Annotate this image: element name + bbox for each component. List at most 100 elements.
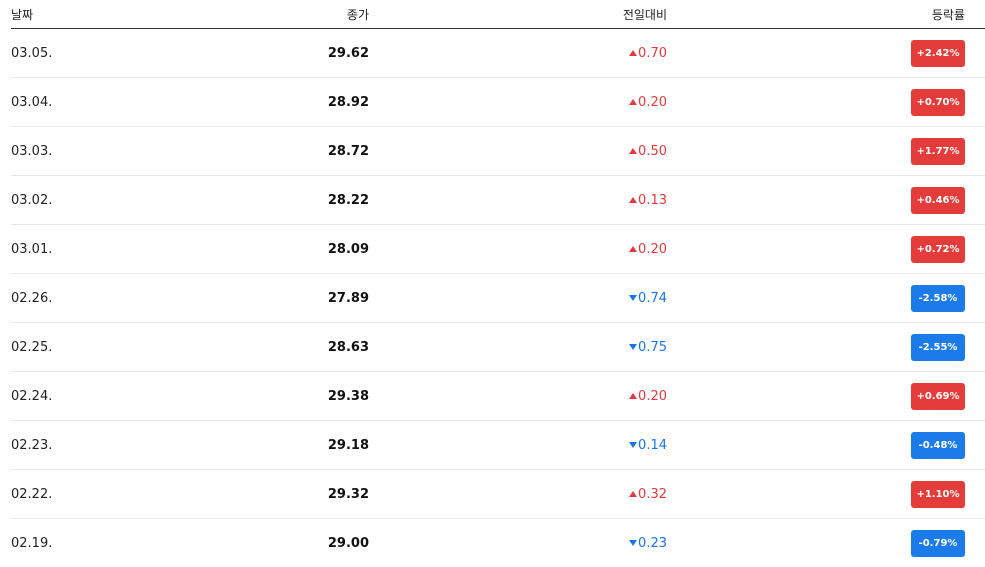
cell-rate: +0.46% <box>667 176 985 225</box>
cell-close: 28.22 <box>191 176 369 225</box>
rate-badge: -2.55% <box>911 334 965 361</box>
change-value: 0.75 <box>629 340 667 355</box>
cell-date: 03.04. <box>11 78 191 127</box>
cell-rate: -0.79% <box>667 519 985 567</box>
change-amount: 0.50 <box>638 144 667 159</box>
triangle-down-icon <box>629 344 637 350</box>
cell-close: 28.09 <box>191 225 369 274</box>
cell-close: 29.32 <box>191 470 369 519</box>
rate-badge: +0.70% <box>911 89 965 116</box>
cell-change: 0.23 <box>369 519 667 567</box>
rate-badge: -2.58% <box>911 285 965 312</box>
table-row: 02.23. 29.18 0.14 -0.48% <box>11 421 985 470</box>
table-header: 날짜 종가 전일대비 등락률 <box>11 0 985 29</box>
table-row: 03.02. 28.22 0.13 +0.46% <box>11 176 985 225</box>
cell-date: 02.22. <box>11 470 191 519</box>
close-price: 28.22 <box>328 193 369 208</box>
change-value: 0.74 <box>629 291 667 306</box>
close-price: 27.89 <box>328 291 369 306</box>
cell-change: 0.74 <box>369 274 667 323</box>
cell-date: 02.25. <box>11 323 191 372</box>
cell-change: 0.20 <box>369 78 667 127</box>
cell-change: 0.32 <box>369 470 667 519</box>
change-value: 0.20 <box>629 242 667 257</box>
change-amount: 0.70 <box>638 46 667 61</box>
change-value: 0.23 <box>629 536 667 551</box>
change-amount: 0.32 <box>638 487 667 502</box>
close-price: 29.18 <box>328 438 369 453</box>
price-history-table-container: 날짜 종가 전일대비 등락률 03.05.29.620.70+2.42%03.0… <box>11 0 985 567</box>
date-text: 02.24. <box>11 389 52 404</box>
cell-change: 0.75 <box>369 323 667 372</box>
triangle-up-icon <box>629 393 637 399</box>
cell-rate: -0.48% <box>667 421 985 470</box>
cell-change: 0.20 <box>369 225 667 274</box>
triangle-down-icon <box>629 540 637 546</box>
date-text: 03.05. <box>11 46 52 61</box>
rate-badge: -0.79% <box>911 530 965 557</box>
triangle-up-icon <box>629 197 637 203</box>
table-row: 03.05. 29.62 0.70 +2.42% <box>11 29 985 78</box>
cell-rate: -2.55% <box>667 323 985 372</box>
table-body: 03.05.29.620.70+2.42%03.04.28.920.20+0.7… <box>11 29 985 567</box>
cell-date: 03.03. <box>11 127 191 176</box>
cell-date: 03.01. <box>11 225 191 274</box>
table-row: 02.22.29.320.32+1.10% <box>11 470 985 519</box>
table-row: 02.24. 29.38 0.20 +0.69% <box>11 372 985 421</box>
cell-close: 28.92 <box>191 78 369 127</box>
change-value: 0.14 <box>629 438 667 453</box>
header-rate: 등락률 <box>667 0 985 29</box>
cell-close: 28.63 <box>191 323 369 372</box>
cell-change: 0.20 <box>369 372 667 421</box>
date-text: 03.03. <box>11 144 52 159</box>
change-amount: 0.14 <box>638 438 667 453</box>
header-row: 날짜 종가 전일대비 등락률 <box>11 0 985 29</box>
cell-rate: +2.42% <box>667 29 985 78</box>
table-row: 03.01. 28.09 0.20 +0.72% <box>11 225 985 274</box>
header-change: 전일대비 <box>369 0 667 29</box>
cell-rate: -2.58% <box>667 274 985 323</box>
triangle-down-icon <box>629 295 637 301</box>
cell-change: 0.50 <box>369 127 667 176</box>
rate-badge: -0.48% <box>911 432 965 459</box>
change-amount: 0.74 <box>638 291 667 306</box>
close-price: 28.92 <box>328 95 369 110</box>
cell-date: 02.23. <box>11 421 191 470</box>
cell-date: 02.24. <box>11 372 191 421</box>
rate-badge: +2.42% <box>911 40 965 67</box>
triangle-down-icon <box>629 442 637 448</box>
triangle-up-icon <box>629 148 637 154</box>
change-amount: 0.13 <box>638 193 667 208</box>
close-price: 29.32 <box>328 487 369 502</box>
rate-badge: +1.77% <box>911 138 965 165</box>
change-amount: 0.20 <box>638 242 667 257</box>
change-value: 0.32 <box>629 487 667 502</box>
header-date: 날짜 <box>11 0 191 29</box>
cell-date: 02.19. <box>11 519 191 567</box>
close-price: 29.62 <box>328 46 369 61</box>
change-value: 0.13 <box>629 193 667 208</box>
cell-rate: +0.69% <box>667 372 985 421</box>
cell-date: 03.02. <box>11 176 191 225</box>
triangle-up-icon <box>629 246 637 252</box>
cell-close: 29.18 <box>191 421 369 470</box>
price-history-table: 날짜 종가 전일대비 등락률 03.05.29.620.70+2.42%03.0… <box>11 0 985 567</box>
rate-badge: +0.69% <box>911 383 965 410</box>
rate-badge: +0.72% <box>911 236 965 263</box>
date-text: 03.02. <box>11 193 52 208</box>
cell-close: 28.72 <box>191 127 369 176</box>
rate-badge: +0.46% <box>911 187 965 214</box>
table-row: 03.03. 28.72 0.50 +1.77% <box>11 127 985 176</box>
close-price: 29.38 <box>328 389 369 404</box>
cell-rate: +0.72% <box>667 225 985 274</box>
header-close: 종가 <box>191 0 369 29</box>
triangle-up-icon <box>629 491 637 497</box>
triangle-up-icon <box>629 50 637 56</box>
close-price: 28.09 <box>328 242 369 257</box>
close-price: 29.00 <box>328 536 369 551</box>
change-value: 0.20 <box>629 389 667 404</box>
table-row: 03.04. 28.920.20 +0.70% <box>11 78 985 127</box>
cell-rate: +0.70% <box>667 78 985 127</box>
change-amount: 0.75 <box>638 340 667 355</box>
cell-date: 03.05. <box>11 29 191 78</box>
